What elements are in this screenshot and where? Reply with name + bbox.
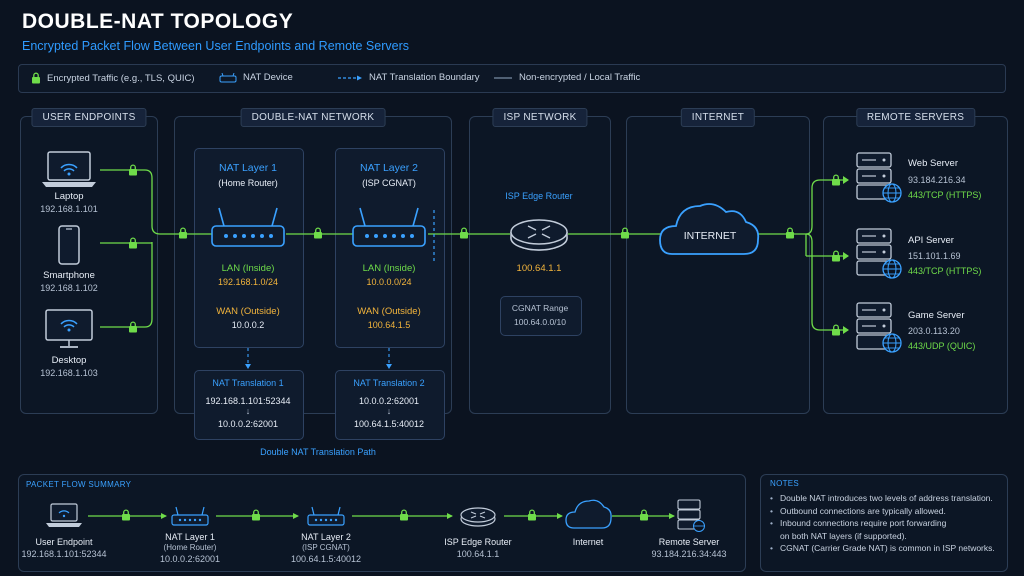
summary-step-name: Internet xyxy=(572,537,604,547)
lock-icon xyxy=(128,164,138,177)
lock-icon xyxy=(399,509,409,522)
lock-icon xyxy=(251,509,261,522)
summary-step-ip: 10.0.0.2:62001 xyxy=(159,554,221,564)
summary-step-name: ISP Edge Router xyxy=(444,537,512,547)
lock-icon xyxy=(831,250,841,263)
summary-isp-router-icon xyxy=(460,507,496,527)
cgnat-value: 100.64.0.0/10 xyxy=(514,317,566,327)
trans1-title: NAT Translation 1 xyxy=(212,378,284,388)
game-server-icon xyxy=(856,302,902,353)
note-item: Outbound connections are typically allow… xyxy=(770,505,995,518)
server-ip: 203.0.113.20 xyxy=(908,326,960,336)
lock-icon xyxy=(121,509,131,522)
desktop-icon xyxy=(45,309,93,348)
router-icon xyxy=(352,207,426,247)
lock-icon xyxy=(639,509,649,522)
nat1-lan-label: LAN (Inside) xyxy=(221,263,275,274)
summary-step-ip: 93.184.216.34:443 xyxy=(651,549,727,559)
isp-router-ip: 100.64.1.1 xyxy=(516,263,562,274)
endpoint-ip: 192.168.1.102 xyxy=(40,283,98,293)
lock-icon xyxy=(527,509,537,522)
down-arrow-icon: ↓ xyxy=(386,406,392,416)
summary-step-name: Remote Server xyxy=(658,537,720,547)
summary-laptop-icon xyxy=(46,503,82,527)
nat1-wan-label: WAN (Outside) xyxy=(216,306,280,317)
lock-icon xyxy=(620,227,630,240)
isp-router-label: ISP Edge Router xyxy=(505,191,573,201)
summary-router-icon xyxy=(307,506,345,526)
trans2-from: 10.0.0.2:62001 xyxy=(358,396,420,406)
down-arrow-icon: ↓ xyxy=(245,406,251,416)
smartphone-icon xyxy=(58,225,80,265)
isp-edge-router-icon xyxy=(510,219,568,251)
summary-step-ip: 100.64.1.1 xyxy=(456,549,500,559)
notes-list: Double NAT introduces two levels of addr… xyxy=(770,492,995,555)
nat2-lan-label: LAN (Inside) xyxy=(362,263,416,274)
summary-title: PACKET FLOW SUMMARY xyxy=(26,480,132,489)
notes-title: NOTES xyxy=(770,479,800,488)
lock-icon xyxy=(313,227,323,240)
translation-path-label: Double NAT Translation Path xyxy=(260,447,376,457)
endpoint-name: Laptop xyxy=(54,191,84,202)
server-ip: 151.101.1.69 xyxy=(908,251,961,261)
server-ip: 93.184.216.34 xyxy=(908,175,966,185)
note-item: Double NAT introduces two levels of addr… xyxy=(770,492,995,505)
api-server-icon xyxy=(856,228,902,279)
note-item: CGNAT (Carrier Grade NAT) is common in I… xyxy=(770,542,995,555)
lock-icon xyxy=(831,324,841,337)
server-name: Web Server xyxy=(908,158,958,169)
trans2-title: NAT Translation 2 xyxy=(353,378,425,388)
endpoint-links xyxy=(100,169,212,328)
web-server-icon xyxy=(856,152,902,203)
endpoint-name: Desktop xyxy=(51,355,87,366)
server-port: 443/TCP (HTTPS) xyxy=(908,190,982,200)
nat2-wan-label: WAN (Outside) xyxy=(357,306,421,317)
nat2-wan-value: 100.64.1.5 xyxy=(367,320,411,330)
trans1-from: 192.168.1.101:52344 xyxy=(205,396,291,406)
summary-cloud-icon xyxy=(565,499,612,529)
note-item: on both NAT layers (if supported). xyxy=(780,530,907,541)
nat1-wan-value: 10.0.0.2 xyxy=(231,320,265,330)
lock-icon xyxy=(459,227,469,240)
internet-cloud-icon xyxy=(659,203,760,255)
translation-links xyxy=(247,348,390,366)
lock-icon xyxy=(831,174,841,187)
cgnat-label: CGNAT Range xyxy=(511,303,569,313)
internet-label: INTERNET xyxy=(683,230,737,242)
note-item: Inbound connections require port forward… xyxy=(770,517,995,530)
trans1-to: 10.0.0.2:62001 xyxy=(217,419,279,429)
endpoint-name: Smartphone xyxy=(43,270,95,281)
server-name: Game Server xyxy=(908,310,965,321)
summary-step-sub: (ISP CGNAT) xyxy=(302,543,350,552)
summary-step-ip: 192.168.1.101:52344 xyxy=(21,549,107,559)
nat1-title: NAT Layer 1 xyxy=(219,162,277,174)
nat2-title: NAT Layer 2 xyxy=(360,162,418,174)
server-port: 443/TCP (HTTPS) xyxy=(908,266,982,276)
router-icon xyxy=(211,207,285,247)
summary-server-icon xyxy=(677,499,705,532)
lock-icon xyxy=(128,321,138,334)
summary-step-sub: (Home Router) xyxy=(163,543,217,552)
nat2-subtitle: (ISP CGNAT) xyxy=(362,178,416,188)
lock-icon xyxy=(128,237,138,250)
nat1-subtitle: (Home Router) xyxy=(218,178,278,188)
lock-icon xyxy=(178,227,188,240)
topology-diagram xyxy=(42,151,902,532)
endpoint-ip: 192.168.1.103 xyxy=(40,368,98,378)
endpoint-ip: 192.168.1.101 xyxy=(40,204,98,214)
summary-router-icon xyxy=(171,506,209,526)
lock-icon xyxy=(785,227,795,240)
summary-step-name: NAT Layer 2 xyxy=(301,532,351,542)
server-name: API Server xyxy=(908,235,954,246)
nat2-lan-value: 10.0.0.0/24 xyxy=(366,277,412,287)
summary-step-name: User Endpoint xyxy=(35,537,93,547)
server-port: 443/UDP (QUIC) xyxy=(908,341,976,351)
trans2-to: 100.64.1.5:40012 xyxy=(353,419,425,429)
nat1-lan-value: 192.168.1.0/24 xyxy=(217,277,279,287)
summary-step-ip: 100.64.1.5:40012 xyxy=(290,554,362,564)
summary-step-name: NAT Layer 1 xyxy=(165,532,215,542)
laptop-icon xyxy=(42,151,96,187)
